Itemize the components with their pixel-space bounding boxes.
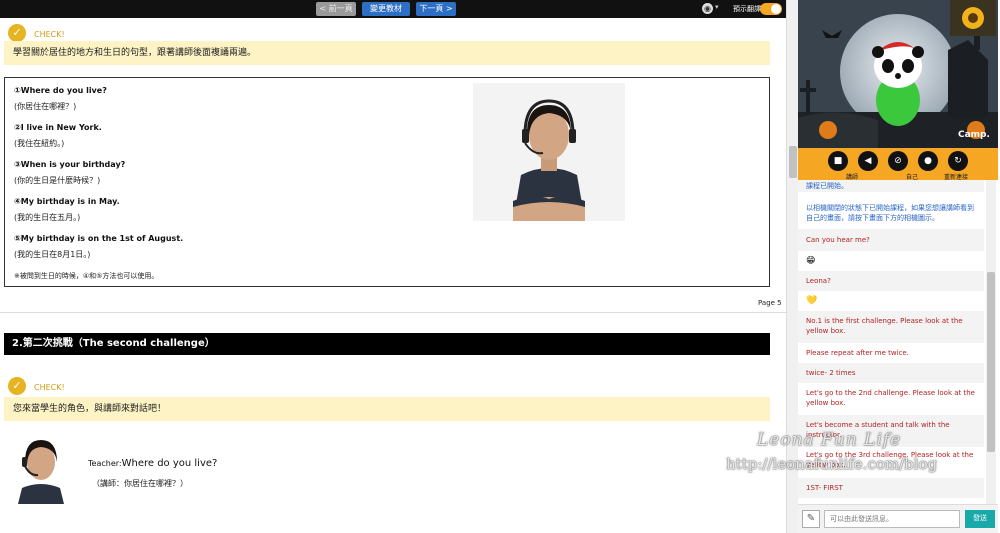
lesson-pane: < 前一頁 變更教材 下一頁 > ◉ ▾ 預示翻譯 ✓ CHECK! 學習關於居… <box>0 0 786 533</box>
lesson-box: ①Where do you live? (你居住在哪裡？) ②I live in… <box>4 77 770 287</box>
teacher-dialogue: Teacher:Where do you live? <box>88 458 217 469</box>
change-material-button[interactable]: 變更教材 <box>362 2 410 16</box>
app-window: < 前一頁 變更教材 下一頁 > ◉ ▾ 預示翻譯 ✓ CHECK! 學習關於居… <box>0 0 1000 533</box>
lesson-scrollbar[interactable] <box>786 0 798 533</box>
page-number: Page 5 <box>758 299 782 307</box>
lesson-line-zh: (我住在紐約。) <box>14 139 65 148</box>
lesson-line-en: ④My birthday is in May. <box>14 197 120 206</box>
chat-message-input[interactable] <box>824 510 960 528</box>
media-controls: ■ ◀ ⊘ ● ↻ 講師 自己 重新連接 <box>798 148 998 181</box>
video-feed: Camp. <box>798 0 998 148</box>
check-label: CHECK! <box>34 383 65 392</box>
check-label: CHECK! <box>34 30 65 39</box>
checkmark-icon: ✓ <box>8 24 26 42</box>
lesson-note: ※被問到生日的時候，④和⑤方法也可以使用。 <box>14 272 159 280</box>
lesson-line-zh: (你居住在哪裡？) <box>14 102 77 111</box>
instruction-bar: 學習關於居住的地方和生日的句型，跟著講師後面複誦兩遍。 <box>4 41 770 65</box>
next-page-button[interactable]: 下一頁 > <box>416 2 456 16</box>
translate-toggle[interactable] <box>760 3 782 15</box>
watermark-url: http://leonafunlife.com/blog <box>726 455 938 473</box>
watermark-title: Leona Fun Life <box>757 430 902 450</box>
lesson-line-en: ②I live in New York. <box>14 123 102 132</box>
translate-label: 預示翻譯 <box>733 5 761 13</box>
lesson-line-zh: (我的生日在8月1日。) <box>14 250 91 259</box>
volume-icon[interactable]: ◀ <box>858 151 878 171</box>
chat-message: 以相機關閉的狀態下已開始課程，如果您想讓講師看到自己的畫面，請按下畫面下方的相機… <box>806 204 974 222</box>
teacher-question: Where do you live? <box>121 458 218 469</box>
top-navigation-bar: < 前一頁 變更教材 下一頁 > ◉ ▾ 預示翻譯 <box>0 0 786 18</box>
globe-icon[interactable]: ◉ <box>702 3 713 14</box>
checkmark-icon: ✓ <box>8 377 26 395</box>
check-heading: ✓ CHECK! <box>4 24 770 42</box>
lesson-line-en: ⑤My birthday is on the 1st of August. <box>14 234 184 243</box>
chat-scrollbar[interactable] <box>986 180 996 504</box>
attach-file-icon[interactable]: ✎ <box>802 510 820 528</box>
chat-message: 課程已開始。 <box>798 180 984 192</box>
page-divider <box>0 312 786 313</box>
camera-icon[interactable]: ■ <box>828 151 848 171</box>
teacher-avatar <box>10 432 72 504</box>
teacher-photo <box>473 83 625 221</box>
chat-message: Please repeat after me twice. <box>806 349 909 357</box>
lesson-line-en: ①Where do you live? <box>14 86 107 95</box>
brand-label: Camp. <box>958 130 990 140</box>
chat-scrollbar-thumb[interactable] <box>987 272 995 452</box>
video-off-icon[interactable]: ⊘ <box>888 151 908 171</box>
lesson-scrollbar-thumb[interactable] <box>789 146 797 178</box>
chat-message: Leona? <box>798 271 984 291</box>
teacher-dialogue-zh: （講師：你居住在哪裡？） <box>92 479 188 488</box>
chat-message: Let's go to the 2nd challenge. Please lo… <box>806 389 975 407</box>
previous-page-button[interactable]: < 前一頁 <box>316 2 356 16</box>
chat-input-area: ✎ 發送 <box>798 504 998 533</box>
chevron-down-icon[interactable]: ▾ <box>715 3 719 11</box>
chat-message: twice- 2 times <box>798 363 984 383</box>
section-header: 2.第二次挑戰（The second challenge） <box>4 333 770 355</box>
chat-message: Can you hear me? <box>798 229 984 251</box>
refresh-icon[interactable]: ↻ <box>948 151 968 171</box>
classroom-panel: Camp. ■ ◀ ⊘ ● ↻ 講師 自己 重新連接 課程已開始。 以相機關閉的… <box>798 0 1000 533</box>
chat-message: 💛 <box>806 296 818 306</box>
check-heading-2: ✓ CHECK! <box>4 377 770 395</box>
chat-message: 😁 <box>806 256 816 266</box>
mic-icon[interactable]: ● <box>918 151 938 171</box>
instruction-bar: 您來當學生的角色，與講師來對話吧！ <box>4 397 770 421</box>
chat-message: No.1 is the first challenge. Please look… <box>798 311 984 343</box>
teacher-prefix: Teacher: <box>88 459 122 468</box>
lesson-line-zh: (我的生日在五月。) <box>14 213 81 222</box>
lesson-line-zh: (你的生日是什麼時候？) <box>14 176 101 185</box>
send-button[interactable]: 發送 <box>965 510 995 528</box>
chat-message: 1ST- FIRST <box>798 478 984 498</box>
lesson-line-en: ③When is your birthday? <box>14 160 126 169</box>
